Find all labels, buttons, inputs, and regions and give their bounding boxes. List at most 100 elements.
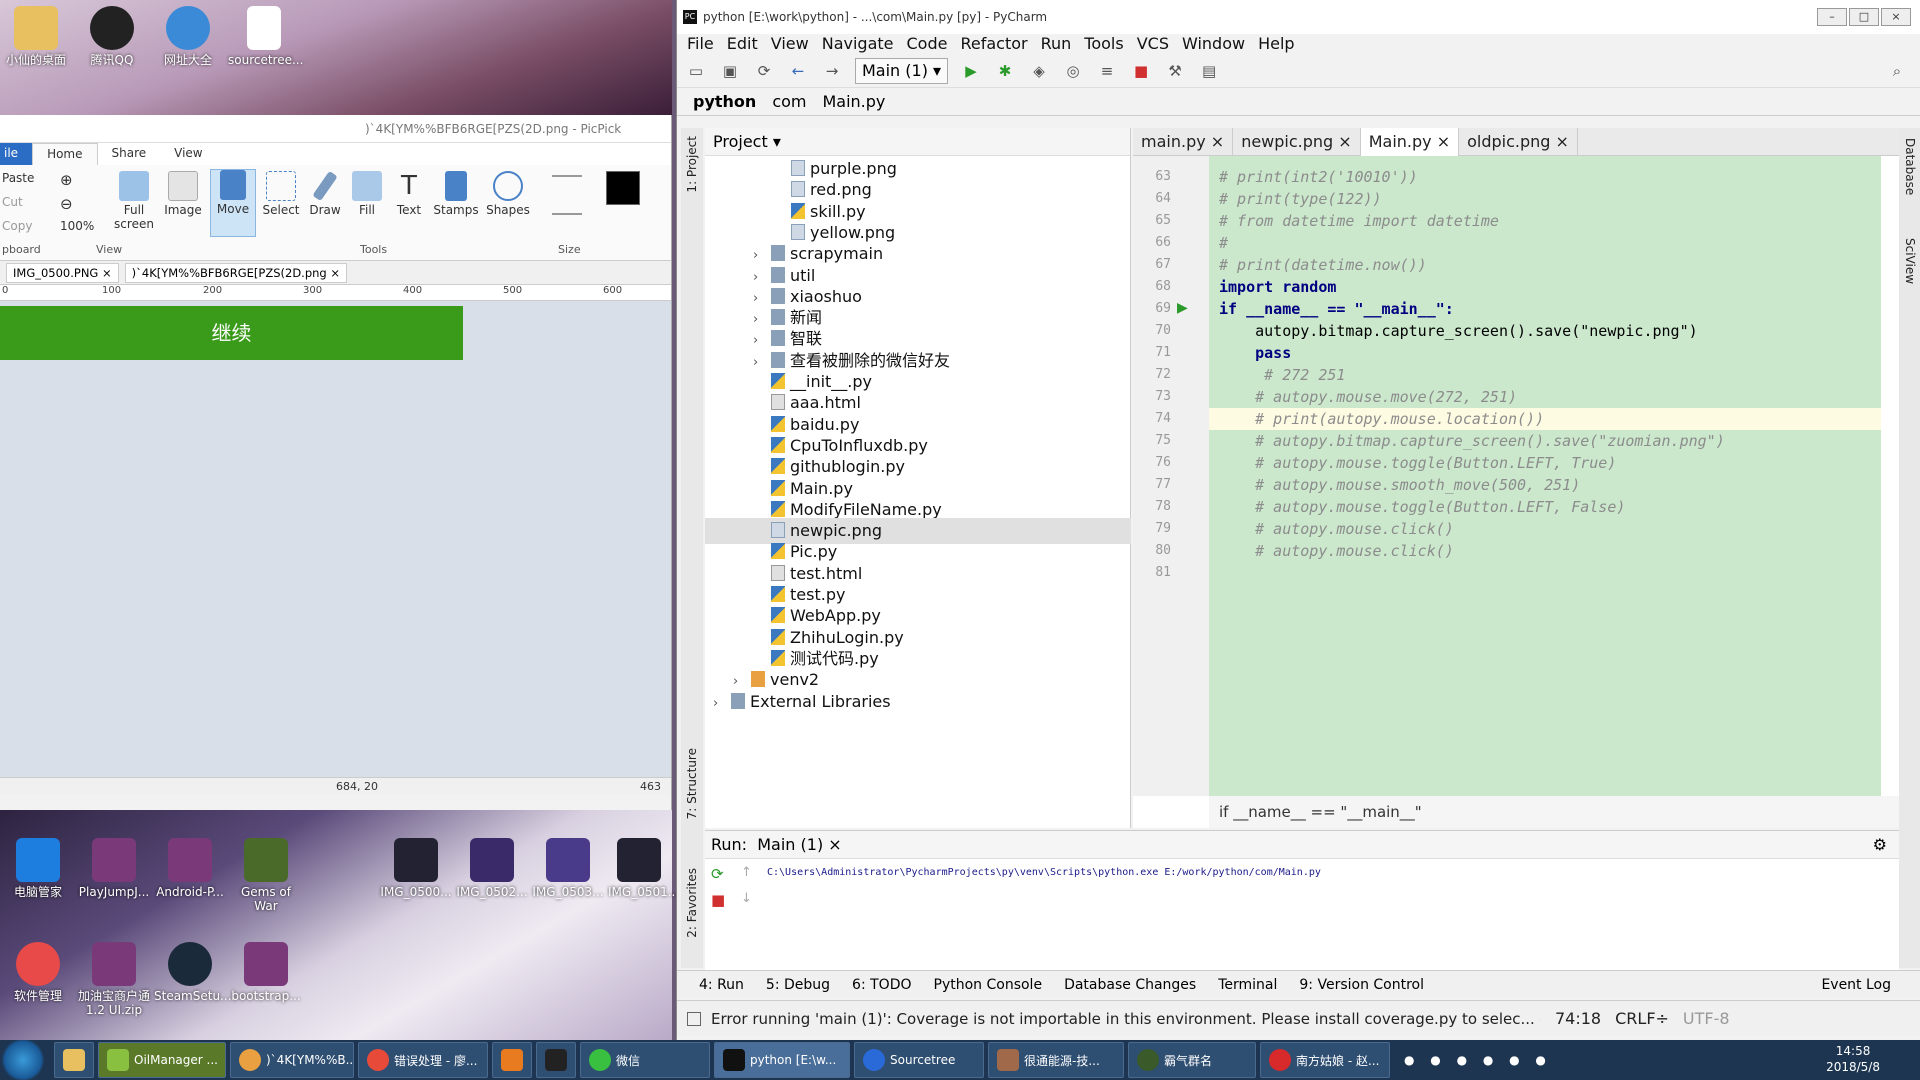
taskbar-wechat[interactable]: 微信 <box>580 1042 710 1078</box>
rerun-icon[interactable]: ⟳ <box>711 865 724 883</box>
favorites-tool-tab[interactable]: 2: Favorites <box>685 868 699 938</box>
status-message[interactable]: Error running 'main (1)': Coverage is no… <box>711 1010 1541 1028</box>
gear-icon[interactable]: ⚙ <box>1873 835 1887 854</box>
fill-tool-button[interactable]: Fill <box>348 171 386 217</box>
taskbar-picpick[interactable]: )`4K[YM%%B... <box>230 1042 354 1078</box>
image-button[interactable]: Image <box>162 171 204 217</box>
run-icon[interactable]: ▶ <box>960 60 982 82</box>
taskbar-chrome[interactable]: 错误处理 - 廖... <box>358 1042 488 1078</box>
code-line[interactable]: if __name__ == "__main__": <box>1219 298 1454 320</box>
sync-icon[interactable]: ⟳ <box>753 60 775 82</box>
settings-icon[interactable]: ⚒ <box>1164 60 1186 82</box>
menu-window[interactable]: Window <box>1182 34 1245 54</box>
editor-tab-main[interactable]: Main.py × <box>1360 128 1460 156</box>
editor-tab-main-lower[interactable]: main.py × <box>1133 128 1234 156</box>
code-line[interactable]: # autopy.mouse.toggle(Button.LEFT, True) <box>1219 452 1616 474</box>
desktop-icon-zip[interactable]: 加油宝商户通 1.2 UI.zip <box>78 942 150 1017</box>
taskbar-nox[interactable] <box>536 1042 576 1078</box>
tab-view[interactable]: View <box>160 143 216 165</box>
menu-refactor[interactable]: Refactor <box>960 34 1027 54</box>
zoom-out-icon[interactable]: ⊖ <box>60 195 73 213</box>
search-icon[interactable]: ⌕ <box>1886 60 1908 82</box>
stop-run-icon[interactable]: ■ <box>711 891 725 909</box>
menu-navigate[interactable]: Navigate <box>822 34 894 54</box>
python-console-button[interactable]: Python Console <box>934 977 1043 993</box>
menu-vcs[interactable]: VCS <box>1137 34 1169 54</box>
cut-button[interactable]: Cut <box>2 195 23 209</box>
select-tool-button[interactable]: Select <box>262 171 300 217</box>
zoom-in-icon[interactable]: ⊕ <box>60 171 73 189</box>
close-button[interactable]: × <box>1881 8 1911 26</box>
breadcrumb-python[interactable]: python <box>693 92 756 111</box>
picpick-canvas[interactable]: 继续 <box>0 301 671 777</box>
code-line[interactable]: # print(type(122)) <box>1219 188 1382 210</box>
code-line[interactable]: # 272 251 <box>1219 364 1345 386</box>
sciview-tool-tab[interactable]: SciView <box>1903 238 1917 284</box>
desktop-icon-pcmanager[interactable]: 电脑管家 <box>2 838 74 899</box>
database-changes-button[interactable]: Database Changes <box>1064 977 1196 993</box>
breadcrumb-main[interactable]: Main.py <box>822 92 885 111</box>
menu-tools[interactable]: Tools <box>1084 34 1123 54</box>
structure-icon[interactable]: ▤ <box>1198 60 1220 82</box>
run-configuration-select[interactable]: Main (1) ▾ <box>855 57 949 84</box>
taskbar-chat-1[interactable]: 很通能源-技... <box>988 1042 1124 1078</box>
desktop-icon-img0501[interactable]: IMG_0501... <box>608 838 679 899</box>
code-line[interactable]: import random <box>1219 276 1336 298</box>
move-tool-button[interactable]: Move <box>210 169 256 237</box>
desktop-icon-img0503[interactable]: IMG_0503... <box>532 838 604 899</box>
code-line[interactable]: # autopy.bitmap.capture_screen().save("z… <box>1219 430 1725 452</box>
taskbar-sourcetree[interactable]: Sourcetree <box>854 1042 984 1078</box>
tree-item[interactable]: › External Libraries <box>713 689 891 715</box>
back-icon[interactable]: ← <box>787 60 809 82</box>
code-line[interactable]: # print(autopy.mouse.location()) <box>1209 408 1881 430</box>
breadcrumb-com[interactable]: com <box>772 92 806 111</box>
tab-share[interactable]: Share <box>98 143 161 165</box>
taskbar-clock[interactable]: 14:58 2018/5/8 <box>1826 1043 1880 1075</box>
desktop-icon-folder[interactable]: 小仙的桌面 <box>0 6 72 67</box>
profile-icon[interactable]: ◎ <box>1062 60 1084 82</box>
shapes-tool-button[interactable]: Shapes <box>484 171 532 217</box>
terminal-button[interactable]: Terminal <box>1218 977 1277 993</box>
code-line[interactable]: # autopy.mouse.move(272, 251) <box>1219 386 1517 408</box>
code-editor[interactable]: # print(int2('10010')) # print(type(122))… <box>1209 156 1881 796</box>
run-gutter-icon[interactable]: ▶ <box>1177 300 1188 316</box>
scroll-up-icon[interactable]: ↑ <box>741 865 752 880</box>
maximize-button[interactable]: □ <box>1849 8 1879 26</box>
todo-tool-button[interactable]: 6: TODO <box>852 977 911 993</box>
desktop-icon-playjump[interactable]: PlayJumpJ... <box>78 838 150 899</box>
debug-tool-button[interactable]: 5: Debug <box>766 977 830 993</box>
code-line[interactable]: pass <box>1219 342 1291 364</box>
taskbar-sublime[interactable] <box>492 1042 532 1078</box>
expand-arrow-icon[interactable]: › <box>713 691 731 717</box>
editor-breadcrumb[interactable]: if __name__ == "__main__" <box>1209 796 1899 828</box>
menu-run[interactable]: Run <box>1041 34 1072 54</box>
text-tool-button[interactable]: T Text <box>390 171 428 217</box>
project-tool-tab[interactable]: 1: Project <box>685 136 699 193</box>
doc-tab-img0500[interactable]: IMG_0500.PNG × <box>6 262 119 283</box>
start-button[interactable] <box>0 1040 46 1080</box>
run-tool-button[interactable]: 4: Run <box>699 977 744 993</box>
menu-file[interactable]: File <box>687 34 714 54</box>
event-log-button[interactable]: Event Log <box>1821 977 1891 993</box>
code-line[interactable]: autopy.bitmap.capture_screen().save("new… <box>1219 320 1698 342</box>
code-line[interactable]: # print(datetime.now()) <box>1219 254 1427 276</box>
code-line[interactable]: # autopy.mouse.toggle(Button.LEFT, False… <box>1219 496 1625 518</box>
code-line[interactable]: # from datetime import datetime <box>1219 210 1499 232</box>
desktop-icon-file[interactable]: sourcetree... <box>228 6 303 67</box>
desktop-icon-img0502[interactable]: IMG_0502... <box>456 838 528 899</box>
menu-edit[interactable]: Edit <box>727 34 758 54</box>
scroll-down-icon[interactable]: ↓ <box>741 891 752 906</box>
open-folder-icon[interactable]: ▭ <box>685 60 707 82</box>
line-size-icon[interactable] <box>552 175 582 215</box>
status-toggle-icon[interactable] <box>687 1011 701 1026</box>
debug-icon[interactable]: ✱ <box>994 60 1016 82</box>
taskbar-explorer[interactable] <box>54 1042 94 1078</box>
taskbar-chat-2[interactable]: 霸气群名 <box>1128 1042 1256 1078</box>
tab-home[interactable]: Home <box>32 143 98 165</box>
paste-button[interactable]: Paste <box>2 171 34 185</box>
continue-image-button[interactable]: 继续 <box>0 306 463 360</box>
desktop-icon-ie[interactable]: 网址大全 <box>152 6 224 67</box>
menu-code[interactable]: Code <box>907 34 948 54</box>
desktop-icon-steam[interactable]: SteamSetu... <box>154 942 232 1003</box>
desktop-icon-gems[interactable]: Gems of War <box>230 838 302 913</box>
